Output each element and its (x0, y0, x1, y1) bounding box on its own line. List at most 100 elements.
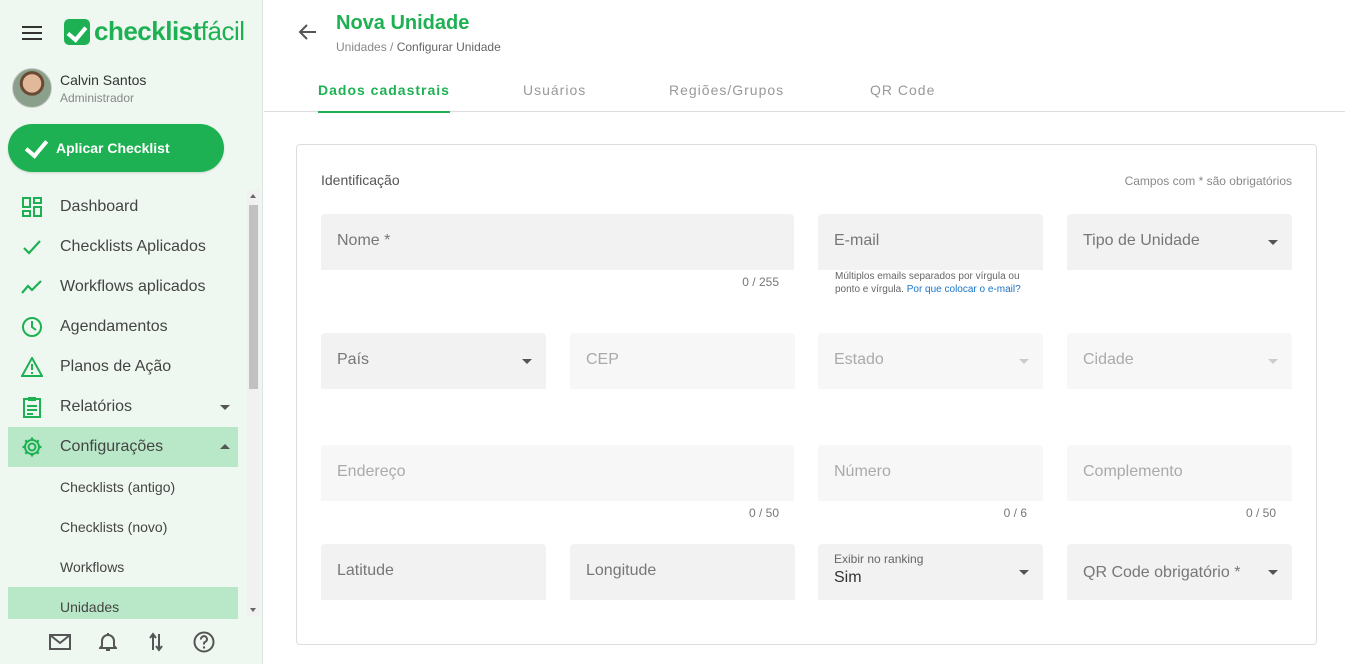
sidebar-item-dashboard[interactable]: Dashboard (8, 187, 238, 227)
required-note: Campos com * são obrigatórios (1124, 174, 1292, 188)
pais-label: País (337, 351, 370, 368)
user-role: Administrador (60, 90, 135, 105)
dropdown-arrow-icon (522, 359, 532, 364)
help-circle-icon[interactable] (193, 631, 215, 653)
sidebar-subitem-checklists-novo[interactable]: Checklists (novo) (8, 507, 238, 547)
sidebar-item-label: Dashboard (60, 198, 139, 215)
apply-checklist-label: Aplicar Checklist (56, 140, 170, 156)
tab-dados-cadastrais[interactable]: Dados cadastrais (318, 68, 450, 113)
sidebar-item-label: Workflows aplicados (60, 278, 206, 295)
sidebar-item-checklists-aplicados[interactable]: Checklists Aplicados (8, 227, 238, 267)
mail-icon[interactable] (48, 631, 71, 653)
dropdown-arrow-icon (1268, 240, 1278, 245)
user-profile[interactable]: Calvin Santos Administrador (12, 68, 146, 108)
dropdown-arrow-icon (1268, 570, 1278, 575)
sidebar-item-label: Configurações (60, 438, 164, 455)
arrows-updown-icon[interactable] (145, 631, 167, 653)
tipo-unidade-select[interactable]: Tipo de Unidade (1067, 214, 1292, 270)
latitude-field[interactable]: Latitude (321, 544, 546, 600)
sidebar-item-relatorios[interactable]: Relatórios (8, 387, 238, 427)
endereco-field: Endereço (321, 445, 794, 501)
trending-icon (20, 275, 44, 299)
sidebar-item-label: Checklists Aplicados (60, 238, 206, 255)
warning-icon (20, 355, 44, 379)
latitude-label: Latitude (337, 562, 394, 579)
qr-obrigatorio-select[interactable]: QR Code obrigatório * (1067, 544, 1292, 600)
sidebar-scrollbar[interactable] (247, 190, 260, 616)
ranking-select[interactable]: Exibir no ranking Sim (818, 544, 1043, 600)
section-title: Identificação (321, 172, 400, 188)
sidebar-footer (0, 619, 263, 664)
scroll-down-icon[interactable] (250, 608, 256, 612)
sidebar-item-label: Planos de Ação (60, 358, 172, 375)
sidebar-item-label: Relatórios (60, 398, 133, 415)
sidebar-item-configuracoes[interactable]: Configurações (8, 427, 238, 467)
ranking-label: Exibir no ranking (834, 552, 924, 566)
tab-usuarios[interactable]: Usuários (523, 68, 586, 112)
nome-label: Nome * (337, 232, 391, 249)
sidebar-item-planos-de-acao[interactable]: Planos de Ação (8, 347, 238, 387)
tab-bar: Dados cadastrais Usuários Regiões/Grupos… (264, 68, 1345, 113)
check-icon (22, 138, 48, 158)
check-icon (20, 235, 44, 259)
scroll-thumb[interactable] (249, 205, 258, 389)
breadcrumb-current: Configurar Unidade (396, 40, 501, 54)
scroll-up-icon[interactable] (250, 194, 256, 198)
sidebar-item-agendamentos[interactable]: Agendamentos (8, 307, 238, 347)
qr-obrigatorio-label: QR Code obrigatório * (1083, 564, 1241, 581)
dashboard-icon (20, 195, 44, 219)
complemento-label: Complemento (1083, 463, 1183, 480)
estado-select: Estado (818, 333, 1043, 389)
hamburger-icon[interactable] (22, 26, 42, 42)
dropdown-arrow-icon (1019, 359, 1029, 364)
logo-text-light: fácil (200, 16, 245, 46)
clipboard-icon (20, 395, 44, 419)
nome-field[interactable]: Nome * (321, 214, 794, 270)
pais-select[interactable]: País (321, 333, 546, 389)
logo-check-icon (64, 18, 90, 45)
longitude-label: Longitude (586, 562, 657, 579)
page-title: Nova Unidade (336, 12, 470, 34)
endereco-counter: 0 / 50 (748, 506, 779, 520)
email-label: E-mail (834, 232, 880, 249)
complemento-counter: 0 / 50 (1245, 506, 1276, 520)
sidebar-subitem-workflows[interactable]: Workflows (8, 547, 238, 587)
tipo-unidade-label: Tipo de Unidade (1083, 232, 1200, 249)
gear-icon (20, 435, 44, 459)
email-hint: Múltiplos emails separados por vírgula o… (835, 270, 1030, 296)
bell-icon[interactable] (97, 631, 119, 653)
chevron-down-icon (220, 405, 230, 410)
chevron-up-icon (220, 444, 230, 449)
sidebar-nav: Dashboard Checklists Aplicados Workflows… (8, 187, 238, 619)
logo-text-bold: checklist (94, 16, 201, 46)
sidebar-subitem-checklists-antigo[interactable]: Checklists (antigo) (8, 467, 238, 507)
clock-icon (20, 315, 44, 339)
numero-field: Número (818, 445, 1043, 501)
email-field[interactable]: E-mail (818, 214, 1043, 270)
cidade-label: Cidade (1083, 351, 1134, 368)
sidebar-item-workflows-aplicados[interactable]: Workflows aplicados (8, 267, 238, 307)
tab-qr-code[interactable]: QR Code (870, 68, 935, 112)
arrow-left-icon[interactable] (298, 22, 318, 42)
form-card: Identificação Campos com * são obrigatór… (296, 144, 1317, 645)
sidebar-item-label: Agendamentos (60, 318, 168, 335)
apply-checklist-button[interactable]: Aplicar Checklist (8, 124, 224, 172)
numero-label: Número (834, 463, 891, 480)
logo[interactable]: checklistfácil (64, 16, 245, 47)
avatar[interactable] (12, 68, 52, 108)
breadcrumb: Unidades / Configurar Unidade (336, 40, 501, 54)
dropdown-arrow-icon (1019, 570, 1029, 575)
email-hint-link[interactable]: Por que colocar o e-mail? (907, 284, 1021, 295)
endereco-label: Endereço (337, 463, 406, 480)
tab-regioes-grupos[interactable]: Regiões/Grupos (669, 68, 784, 112)
ranking-value: Sim (834, 569, 862, 586)
user-name: Calvin Santos (60, 71, 147, 88)
cidade-select: Cidade (1067, 333, 1292, 389)
dropdown-arrow-icon (1268, 359, 1278, 364)
cep-field: CEP (570, 333, 795, 389)
sidebar-subitem-unidades[interactable]: Unidades (8, 587, 238, 619)
longitude-field[interactable]: Longitude (570, 544, 795, 600)
numero-counter: 0 / 6 (1003, 506, 1027, 520)
cep-label: CEP (586, 351, 619, 368)
breadcrumb-parent[interactable]: Unidades / (336, 40, 393, 54)
